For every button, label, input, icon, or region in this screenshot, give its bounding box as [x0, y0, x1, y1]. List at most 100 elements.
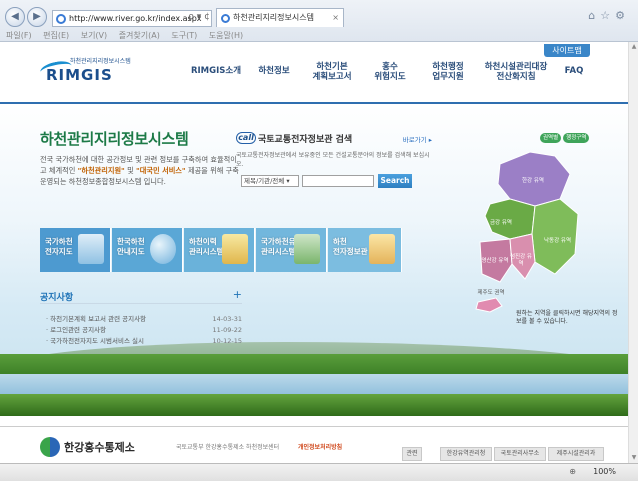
notice-row[interactable]: · 로그인관련 공지사항 11-09-22 — [46, 325, 242, 335]
notice-date: 10-12-15 — [212, 337, 242, 345]
search-input[interactable] — [302, 175, 374, 187]
nav-river-info[interactable]: 하천정보 — [244, 66, 304, 76]
search-more-link[interactable]: 바로가기 ▸ — [403, 134, 432, 144]
nav-label: 하천행정 — [432, 62, 464, 72]
notice-text: · 하천기본계획 보고서 관련 공지사항 — [46, 315, 147, 323]
notice-board: 공지사항 + · 하천기본계획 보고서 관련 공지사항 14-03-31 · 로그… — [40, 288, 242, 350]
ie-icon — [56, 14, 66, 24]
han-river-logo-icon — [40, 437, 60, 457]
scroll-down-icon[interactable]: ▼ — [630, 454, 638, 462]
favorites-icon[interactable]: ☆ — [600, 9, 615, 22]
korea-region-map: 권역별 행정구역 한강 유역 금강 유역 낙동강 유역 영산강 유역 섬진강 유역… — [460, 130, 620, 350]
call-badge-icon: call — [236, 132, 256, 144]
globe-icon — [150, 234, 176, 264]
address-tools[interactable]: ρ ▾ ¢ — [185, 10, 213, 27]
quick-e-library[interactable]: 하천 전자정보관 — [328, 228, 402, 272]
nav-label: FAQ — [564, 66, 584, 76]
footer-link-1[interactable]: 한강유역관리청 — [440, 447, 492, 461]
quick-label: 국가하천 전자지도 — [45, 237, 73, 256]
map-screen-icon — [78, 234, 104, 264]
region-label-nakdong[interactable]: 낙동강 유역 — [544, 238, 571, 245]
footer-link-2[interactable]: 국토관리사무소 — [494, 447, 546, 461]
forward-button[interactable]: ▶ — [27, 7, 47, 27]
logo-subtitle: 하천관리지리정보시스템 — [70, 58, 131, 65]
nav-flood-map[interactable]: 홍수 위험지도 — [360, 62, 420, 82]
hero-description: 전국 국가하천에 대한 공간정보 및 관련 정보를 구축하여 효율적이고 체계적… — [40, 154, 240, 187]
nav-rimgis-intro[interactable]: RIMGIS소개 — [186, 66, 246, 76]
privacy-link[interactable]: 개인정보처리방침 — [298, 442, 342, 451]
nav-label-2: 위험지도 — [374, 72, 406, 82]
nav-label-2: 계획보고서 — [312, 72, 352, 82]
map-note: 원하는 지역을 클릭하시면 해당지역의 정보를 볼 수 있습니다. — [516, 310, 618, 325]
device-icon — [294, 234, 320, 264]
notice-title: 공지사항 — [40, 293, 74, 303]
region-label-jeju[interactable]: 제주도 권역 — [476, 290, 506, 297]
footer: 한강홍수통제소 국토교통부 한강홍수통제소 하천정보센터 개인정보처리방침 관련… — [0, 426, 628, 463]
vertical-scrollbar[interactable]: ▲ ▼ — [628, 42, 638, 463]
footer-info: 국토교통부 한강홍수통제소 하천정보센터 — [176, 444, 280, 451]
rimgis-logo[interactable]: 하천관리지리정보시스템 RIMGIS — [38, 56, 150, 86]
region-jeju — [475, 297, 503, 313]
status-bar: ⊕ 100% — [0, 463, 638, 481]
browser-tab[interactable]: 하천관리지리정보시스템 × — [216, 8, 344, 27]
menu-edit[interactable]: 편집(E) — [43, 31, 69, 40]
nav-faq[interactable]: FAQ — [544, 66, 604, 76]
menu-file[interactable]: 파일(F) — [6, 31, 32, 40]
search-type-select[interactable]: 제목/기관/전체 ▾ — [241, 175, 299, 187]
notice-row[interactable]: · 하천기본계획 보고서 관련 공지사항 14-03-31 — [46, 314, 242, 324]
notice-text: · 로그인관련 공지사항 — [46, 326, 107, 334]
menu-bar: 파일(F) 편집(E) 보기(V) 즐겨찾기(A) 도구(T) 도움말(H) — [0, 29, 638, 42]
quick-history-system[interactable]: 하천이력 관리시스템 — [184, 228, 255, 272]
menu-tools[interactable]: 도구(T) — [171, 31, 197, 40]
back-button[interactable]: ◀ — [5, 7, 25, 27]
gear-icon[interactable]: ⚙ — [615, 9, 630, 22]
nav-label: 홍수 — [382, 62, 398, 72]
zoom-level[interactable]: 100% — [593, 467, 616, 476]
quick-links: 국가하천 전자지도 한국하천 안내지도 하천이력 관리시스템 국가하천유지 관리시스템 … — [40, 228, 402, 272]
page: 사이트맵 하천관리지리정보시스템 RIMGIS RIMGIS소개 하천정보 하천… — [0, 42, 628, 463]
hero-highlight-2: "대국민 서비스" — [136, 166, 186, 175]
notice-date: 11-09-22 — [212, 326, 242, 334]
menu-help[interactable]: 도움말(H) — [209, 31, 243, 40]
quick-guide-map[interactable]: 한국하천 안내지도 — [112, 228, 183, 272]
quick-national-map[interactable]: 국가하천 전자지도 — [40, 228, 111, 272]
logo-text: RIMGIS — [46, 66, 113, 84]
region-label-seomjin[interactable]: 섬진강 유역 — [508, 254, 534, 268]
notice-row[interactable]: · 국가하천전자지도 시범서비스 실시 10-12-15 — [46, 336, 242, 346]
region-geum — [484, 198, 536, 240]
nav-label-2: 전산화지침 — [496, 72, 536, 82]
korea-map-svg — [475, 151, 579, 313]
search-button[interactable]: Search — [378, 174, 412, 188]
menu-view[interactable]: 보기(V) — [81, 31, 107, 40]
quick-label: 하천이력 관리시스템 — [189, 237, 224, 256]
hero-desc-b: 및 — [124, 166, 136, 175]
scroll-up-icon[interactable]: ▲ — [630, 43, 638, 51]
grass-image — [0, 394, 628, 416]
quick-label: 한국하천 안내지도 — [117, 237, 145, 256]
search-title: 국토교통전자정보관 검색 — [258, 135, 353, 145]
hero-highlight-1: "하천관리지원" — [77, 166, 125, 175]
notice-date: 14-03-31 — [212, 315, 242, 323]
map-by-basin-button[interactable]: 권역별 — [540, 133, 562, 143]
menu-favorites[interactable]: 즐겨찾기(A) — [119, 31, 160, 40]
sitemap-button[interactable]: 사이트맵 — [544, 44, 590, 57]
region-label-geum[interactable]: 금강 유역 — [490, 220, 512, 227]
zoom-icon[interactable]: ⊕ — [569, 467, 576, 476]
quick-maintenance-system[interactable]: 국가하천유지 관리시스템 — [256, 228, 327, 272]
main-navigation: RIMGIS소개 하천정보 하천기본 계획보고서 홍수 위험지도 하천행정 업무지원 … — [186, 62, 606, 94]
map-by-admin-button[interactable]: 행정구역 — [563, 133, 590, 143]
nav-label: 하천기본 — [316, 62, 348, 72]
footer-title: 한강홍수통제소 — [64, 441, 135, 454]
region-label-han[interactable]: 한강 유역 — [522, 178, 544, 185]
tab-close-icon[interactable]: × — [332, 9, 339, 27]
home-icon[interactable]: ⌂ — [588, 9, 600, 22]
address-text: http://www.river.go.kr/index.aspx — [69, 14, 202, 23]
nav-admin-support[interactable]: 하천행정 업무지원 — [418, 62, 478, 82]
notice-more-icon[interactable]: + — [233, 288, 242, 301]
region-nakdong — [531, 198, 579, 275]
nav-label: 하천정보 — [258, 66, 290, 76]
footer-link-3[interactable]: 제주시설관리과 — [548, 447, 604, 461]
region-label-yeongsan[interactable]: 영산강 유역 — [480, 258, 510, 265]
map-toggle-buttons: 권역별 행정구역 — [540, 132, 591, 143]
nav-basic-plan[interactable]: 하천기본 계획보고서 — [302, 62, 362, 82]
